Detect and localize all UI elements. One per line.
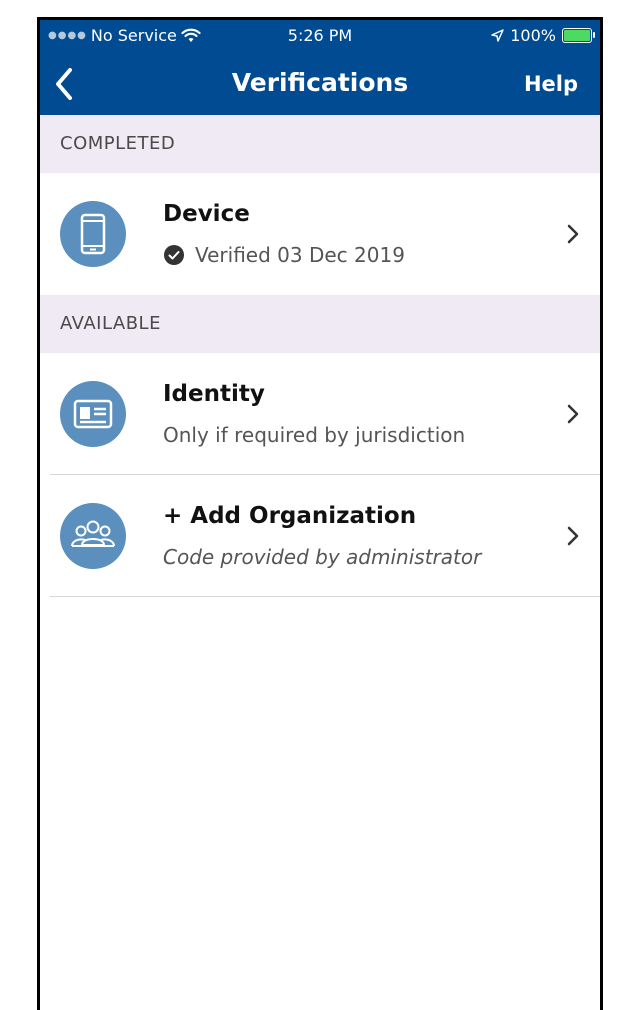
app-header: ●●●● No Service 5:26 PM 100% Verificatio…	[40, 20, 600, 115]
chevron-right-icon	[567, 526, 579, 546]
group-icon	[71, 520, 115, 547]
list-item-identity[interactable]: Identity Only if required by jurisdictio…	[40, 353, 600, 475]
navigation-bar: Verifications Help	[40, 58, 600, 108]
list-item-add-organization[interactable]: + Add Organization Code provided by admi…	[40, 475, 600, 597]
device-icon-badge	[60, 201, 126, 267]
item-subtitle: Code provided by administrator	[163, 545, 482, 569]
location-arrow-icon	[491, 29, 504, 42]
section-label: AVAILABLE	[60, 313, 161, 334]
item-subtitle: Only if required by jurisdiction	[163, 423, 466, 447]
chevron-right-icon	[567, 404, 579, 424]
item-title: Device	[163, 201, 250, 227]
identity-icon-badge	[60, 381, 126, 447]
section-header-completed: COMPLETED	[40, 115, 600, 173]
help-button[interactable]: Help	[524, 72, 578, 96]
organization-icon-badge	[60, 503, 126, 569]
section-label: COMPLETED	[60, 133, 176, 154]
item-subtitle: Verified 03 Dec 2019	[195, 243, 405, 267]
item-title: Identity	[163, 381, 265, 407]
chevron-right-icon	[567, 224, 579, 244]
battery-percent: 100%	[510, 26, 556, 45]
status-bar: ●●●● No Service 5:26 PM 100%	[40, 20, 600, 50]
section-header-available: AVAILABLE	[40, 295, 600, 353]
battery-icon	[562, 28, 595, 43]
list-item-device[interactable]: Device Verified 03 Dec 2019	[40, 173, 600, 295]
page-title: Verifications	[231, 68, 409, 97]
item-title: + Add Organization	[163, 503, 417, 529]
id-card-icon	[73, 399, 113, 429]
phone-icon	[80, 213, 106, 255]
row-divider	[50, 596, 600, 597]
check-circle-icon	[164, 245, 184, 265]
phone-frame: ●●●● No Service 5:26 PM 100% Verificatio…	[37, 17, 603, 1010]
